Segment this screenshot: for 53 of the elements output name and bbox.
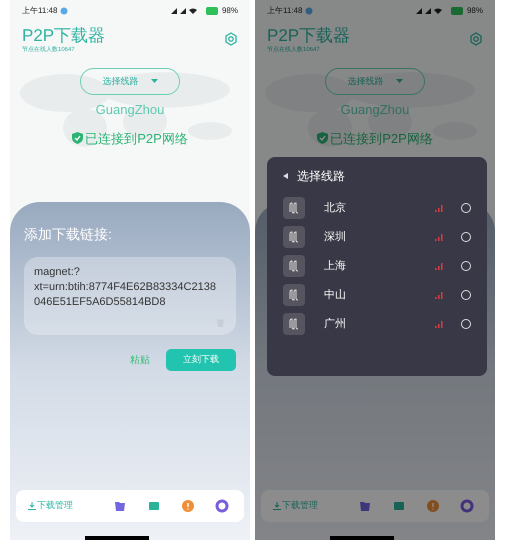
signal-icon [435, 320, 443, 328]
route-item[interactable]: 深圳 [283, 226, 471, 248]
route-name: 北京 [324, 200, 346, 216]
signal-icon [435, 204, 443, 212]
signal-icon [435, 262, 443, 270]
shield-check-icon [72, 132, 84, 144]
home-indicator [85, 536, 149, 540]
download-icon [28, 502, 36, 510]
app-title: P2P下载器 [267, 26, 350, 46]
connection-status: 已连接到P2P网络 [330, 130, 433, 148]
back-icon[interactable] [283, 173, 288, 179]
battery-level: 98% [466, 5, 483, 17]
status-time: 上午11:48 [267, 5, 302, 17]
shield-check-icon [317, 132, 328, 144]
link-input-field[interactable]: magnet:? xt=urn:btih:8774F4E62B83334C2138 046E51EF5A6D55814BD8 [24, 257, 236, 335]
radio-button[interactable] [461, 232, 471, 242]
route-icon [283, 255, 305, 277]
route-name: 深圳 [324, 230, 346, 245]
radio-button[interactable] [461, 261, 471, 271]
caret-icon [396, 79, 402, 84]
settings-icon[interactable] [469, 32, 483, 46]
route-icon [283, 197, 305, 219]
home-indicator [330, 536, 394, 540]
signal-icon [435, 233, 443, 241]
app-notification-icon [60, 7, 68, 15]
radio-button[interactable] [461, 319, 471, 329]
connection-status: 已连接到P2P网络 [85, 130, 188, 148]
route-icon [283, 284, 305, 306]
radio-button[interactable] [461, 203, 471, 213]
battery-icon [206, 7, 219, 15]
battery-icon [450, 7, 464, 15]
app-notification-icon [305, 7, 314, 15]
route-item[interactable]: 广州 [283, 313, 471, 335]
download-icon [273, 502, 281, 510]
app-title: P2P下载器 [22, 26, 106, 46]
caret-icon [150, 79, 158, 84]
panel-title: 添加下载链接: [24, 225, 113, 244]
route-item[interactable]: 中山 [283, 284, 471, 306]
route-icon [283, 313, 305, 335]
route-name: 广州 [324, 316, 346, 332]
signal-icon [435, 291, 443, 299]
settings-icon[interactable] [224, 32, 238, 46]
route-item[interactable]: 上海 [283, 255, 471, 277]
location-label: GuangZhou [96, 101, 164, 119]
radio-button[interactable] [461, 290, 471, 300]
route-item[interactable]: 北京 [283, 197, 471, 219]
location-label: GuangZhou [340, 101, 410, 119]
route-name: 上海 [324, 258, 346, 274]
battery-level: 98% [222, 5, 238, 17]
status-time: 上午11:48 [22, 5, 58, 17]
dialog-title: 选择线路 [297, 168, 345, 185]
route-icon [283, 226, 305, 248]
route-name: 中山 [324, 288, 346, 303]
